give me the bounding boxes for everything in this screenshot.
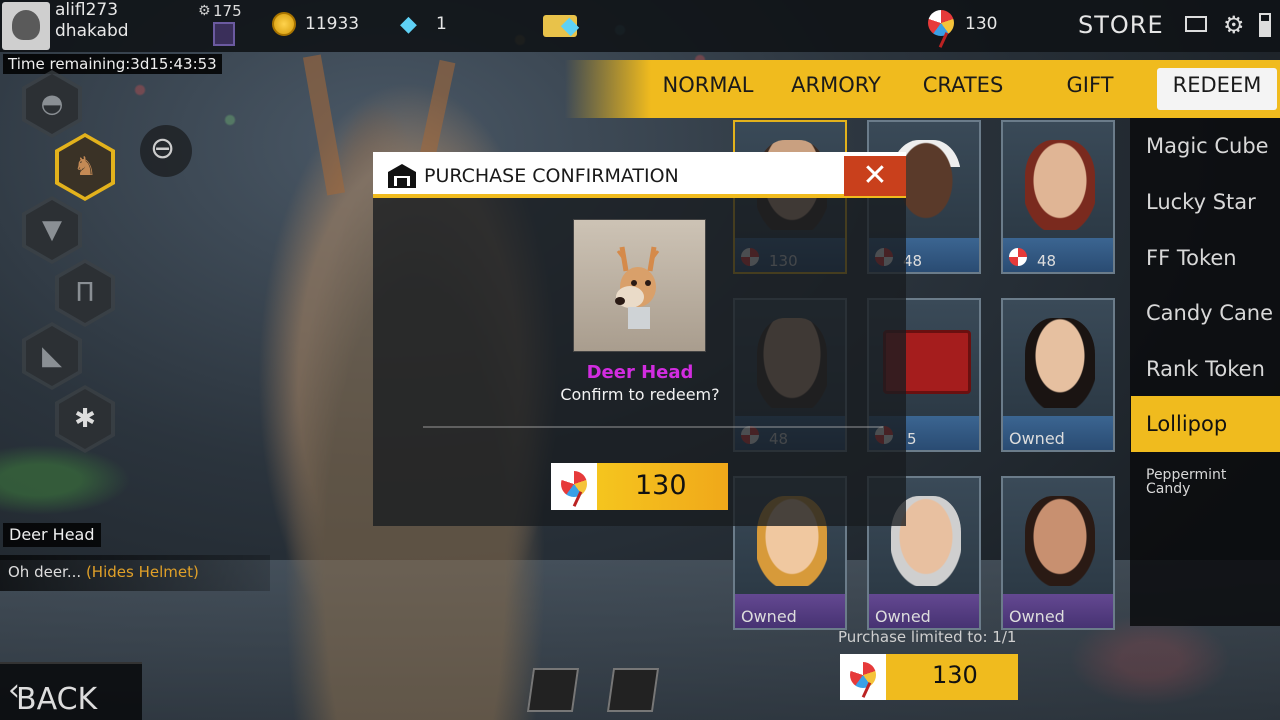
slot-helmet[interactable]: ◓: [22, 70, 82, 138]
tab-redeem[interactable]: REDEEM: [1157, 68, 1277, 110]
time-remaining: Time remaining:3d15:43:53: [3, 54, 222, 74]
dialog-title: PURCHASE CONFIRMATION: [424, 165, 679, 187]
item-owned: Owned: [1009, 607, 1065, 626]
deer-head-icon: ♞: [73, 152, 97, 182]
shirt-icon: ▼: [42, 215, 62, 245]
category-lucky-star[interactable]: Lucky Star: [1146, 190, 1256, 214]
slot-shoes[interactable]: ◣: [22, 322, 82, 390]
store-title: STORE: [1078, 11, 1164, 39]
dialog-item-name: Deer Head: [586, 362, 694, 383]
region: dhakabd: [55, 21, 129, 41]
grid-item[interactable]: Owned: [1001, 298, 1115, 452]
category-ff-token[interactable]: FF Token: [1146, 246, 1237, 270]
tab-armory[interactable]: ARMORY: [776, 68, 896, 110]
player-level: 175: [213, 2, 242, 20]
item-price: 5: [907, 430, 917, 448]
magnifier-icon: ⊖: [150, 131, 176, 166]
lollipop-icon: [850, 662, 876, 688]
grid-item[interactable]: 48: [1001, 120, 1115, 274]
redeem-price: 130: [635, 470, 687, 501]
buy-button[interactable]: 130: [840, 654, 1018, 700]
close-icon: ✕: [862, 158, 888, 193]
divider: [423, 426, 883, 428]
zoom-button[interactable]: ⊖: [140, 125, 192, 177]
slot-head[interactable]: ♞: [55, 133, 115, 201]
lollipop-count: 130: [965, 14, 998, 34]
item-price: 48: [1037, 252, 1057, 270]
slot-pants[interactable]: Π: [55, 259, 115, 327]
item-owned: Owned: [741, 607, 797, 626]
rank-badge-icon[interactable]: [213, 22, 235, 46]
buy-price: 130: [932, 661, 978, 689]
close-button[interactable]: ✕: [844, 156, 906, 196]
back-label: ‹ BACK: [8, 673, 98, 717]
tab-crates[interactable]: CRATES: [903, 68, 1023, 110]
diamond-icon[interactable]: ◆: [400, 13, 426, 37]
category-candy-cane[interactable]: Candy Cane: [1146, 301, 1273, 325]
back-button[interactable]: ‹ BACK: [0, 662, 142, 720]
item-description: Oh deer... (Hides Helmet): [0, 555, 270, 591]
purchase-limit: Purchase limited to: 1/1: [838, 628, 1017, 646]
category-peppermint-candy[interactable]: Peppermint Candy: [1146, 468, 1266, 496]
tab-gift[interactable]: GIFT: [1030, 68, 1150, 110]
deer-head-icon: [615, 246, 660, 329]
diamond-count: 1: [436, 14, 447, 34]
mail-icon[interactable]: [1185, 16, 1207, 32]
battery-icon: [1259, 13, 1271, 37]
grid-item[interactable]: Owned: [1001, 476, 1115, 630]
level-icon: ⚙: [198, 3, 211, 19]
wardrobe-icon[interactable]: [526, 668, 580, 712]
avatar[interactable]: [2, 2, 50, 50]
equipped-item-name: Deer Head: [3, 523, 101, 547]
character-pose-icon: ✱: [74, 404, 96, 434]
category-magic-cube[interactable]: Magic Cube: [1146, 134, 1269, 158]
pants-icon: Π: [75, 278, 95, 308]
lollipop-icon: [561, 471, 587, 497]
category-rank-token[interactable]: Rank Token: [1146, 357, 1265, 381]
membership-card-icon[interactable]: [543, 15, 577, 37]
username: alifl273: [55, 0, 119, 20]
slot-emote[interactable]: ✱: [55, 385, 115, 453]
gold-coin-icon: [272, 12, 296, 36]
item-description-note: (Hides Helmet): [85, 563, 199, 581]
shoe-icon: ◣: [42, 341, 62, 371]
gear-icon[interactable]: ⚙: [1223, 11, 1245, 39]
pose-icon[interactable]: [606, 668, 660, 712]
category-lollipop[interactable]: Lollipop: [1131, 396, 1280, 452]
confirm-prompt: Confirm to redeem?: [560, 385, 720, 404]
helmet-icon: ◓: [40, 89, 64, 119]
item-owned: Owned: [1009, 429, 1065, 448]
item-owned: Owned: [875, 607, 931, 626]
redeem-button[interactable]: 130: [551, 463, 728, 510]
slot-top[interactable]: ▼: [22, 196, 82, 264]
item-description-text: Oh deer...: [8, 563, 82, 581]
store-icon: [388, 164, 416, 188]
coin-count: 11933: [305, 14, 360, 34]
tab-normal[interactable]: NORMAL: [648, 68, 768, 110]
